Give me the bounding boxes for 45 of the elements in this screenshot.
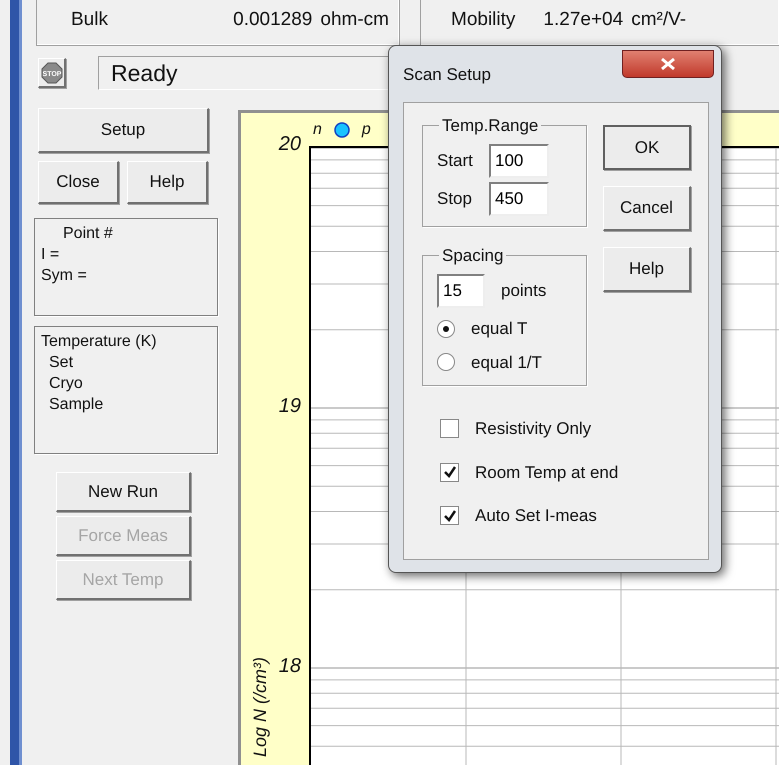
run-button[interactable]: New Run	[56, 472, 191, 512]
axis-title: Log N (/cm³)	[249, 656, 271, 757]
readout-value: 0.001289	[233, 8, 312, 32]
checkbox-option[interactable]: Auto Set I-meas	[440, 503, 692, 528]
panel-line: Set	[48, 353, 74, 373]
panel-line: Cryo	[48, 374, 84, 394]
close-button[interactable]	[622, 50, 714, 78]
input-field[interactable]: 450	[489, 182, 549, 216]
legend-label: n	[313, 120, 322, 140]
radio-button[interactable]	[437, 353, 455, 372]
check-icon	[442, 465, 456, 480]
radio-option[interactable]: equal T	[437, 316, 576, 342]
setup-button[interactable]: Setup	[38, 108, 209, 153]
panel-title: Temperature (K)	[41, 332, 158, 352]
radio-option[interactable]: equal 1/T	[437, 350, 576, 375]
checkbox-option[interactable]: Room Temp at end	[440, 460, 692, 485]
axis-tick-label: 20	[278, 134, 301, 154]
input-field[interactable]: 100	[489, 144, 549, 178]
checkbox[interactable]	[440, 462, 459, 482]
readout-label: Mobility	[451, 8, 516, 32]
legend-label: p	[362, 120, 371, 140]
field-label: Start	[437, 150, 474, 172]
checkbox[interactable]	[440, 506, 459, 526]
panel-line: Sample	[48, 395, 104, 415]
axis-tick-label: 19	[278, 396, 301, 416]
readout-unit: cm²/V-	[631, 8, 686, 32]
readout-unit: ohm-cm	[320, 8, 389, 32]
help-button[interactable]: Help	[127, 161, 208, 204]
dialog-button[interactable]: Cancel	[603, 186, 691, 231]
check-icon	[442, 508, 456, 523]
close-button[interactable]: Close	[38, 161, 119, 204]
unit-label: points	[501, 280, 546, 302]
radio-button[interactable]	[437, 320, 455, 338]
dialog-button[interactable]: Help	[603, 247, 691, 292]
dialog-button[interactable]: OK	[603, 125, 691, 170]
panel-line: Sym =	[41, 266, 88, 286]
checkbox[interactable]	[440, 419, 459, 438]
input-field[interactable]: 15	[437, 274, 485, 308]
readout-value: 1.27e+04	[543, 8, 624, 32]
panel-line: I =	[41, 245, 60, 265]
close-icon	[660, 57, 676, 71]
checkbox-option[interactable]: Resistivity Only	[440, 416, 692, 442]
field-label: Stop	[437, 188, 473, 210]
readout-label: Bulk	[71, 8, 108, 32]
panel-title: Point #	[62, 224, 114, 244]
